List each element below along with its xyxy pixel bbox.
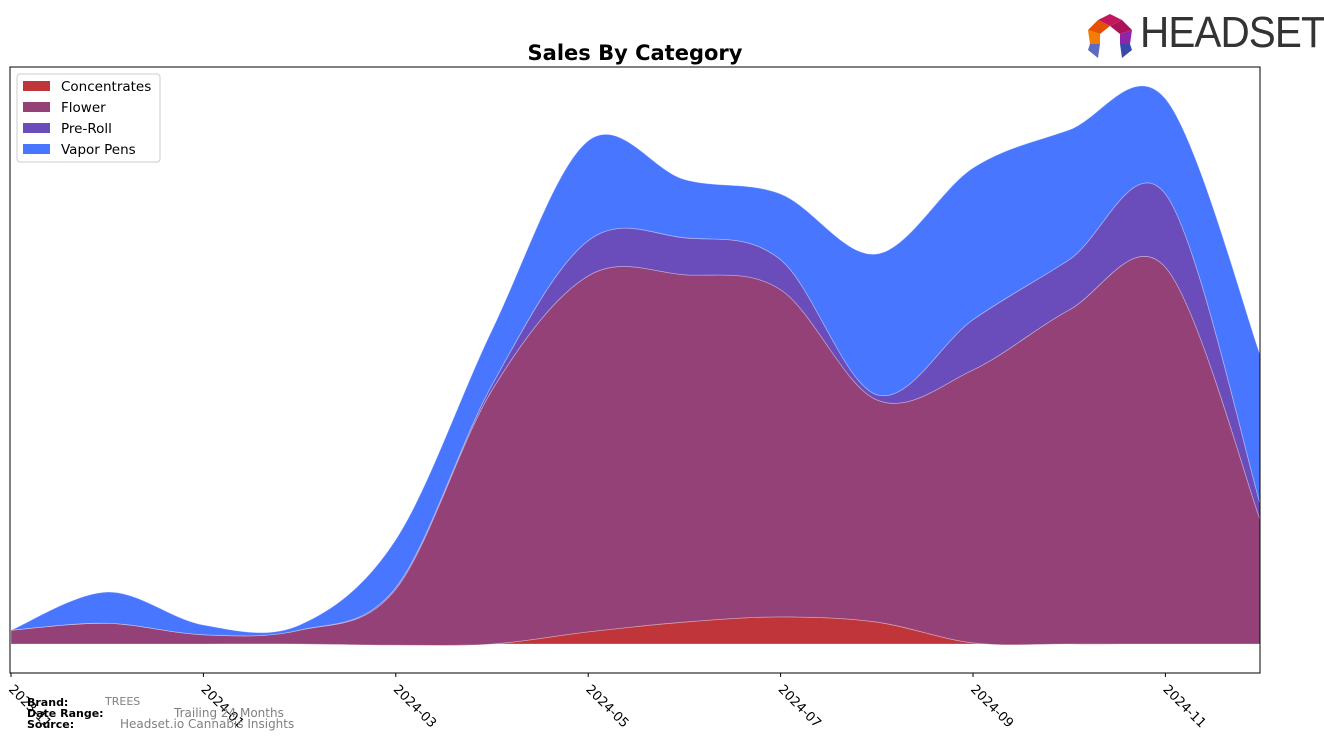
chart-title: Sales By Category bbox=[528, 41, 743, 65]
legend-swatch-pre-roll bbox=[23, 123, 50, 133]
x-tick-label: 2024-11 bbox=[1160, 682, 1209, 731]
source-label: Source: bbox=[27, 718, 75, 731]
x-tick-label: 2024-09 bbox=[967, 682, 1016, 731]
legend-label-vapor-pens: Vapor Pens bbox=[61, 142, 136, 158]
headset-logo-icon bbox=[1088, 14, 1132, 58]
headset-logo-text: HEADSET bbox=[1140, 8, 1324, 57]
plot-area bbox=[10, 85, 1260, 646]
area-flower bbox=[10, 255, 1260, 646]
legend-label-flower: Flower bbox=[61, 100, 106, 116]
headset-logo: HEADSET bbox=[1084, 8, 1324, 62]
x-tick-label: 2024-03 bbox=[390, 682, 439, 731]
source-value: Headset.io Cannabis Insights bbox=[120, 717, 295, 731]
sales-by-category-chart: Sales By Category 2023-11 2024-01 2024-03 2… bbox=[5, 41, 1261, 731]
legend-swatch-flower bbox=[23, 102, 50, 112]
x-tick-label: 2024-07 bbox=[775, 682, 824, 731]
brand-value: TREES bbox=[105, 695, 141, 708]
x-tick-label: 2024-05 bbox=[582, 682, 631, 731]
legend-label-concentrates: Concentrates bbox=[61, 79, 151, 95]
legend: Concentrates Flower Pre-Roll Vapor Pens bbox=[16, 73, 161, 163]
legend-label-pre-roll: Pre-Roll bbox=[61, 121, 112, 137]
legend-swatch-concentrates bbox=[23, 81, 50, 91]
legend-swatch-vapor-pens bbox=[23, 144, 50, 154]
